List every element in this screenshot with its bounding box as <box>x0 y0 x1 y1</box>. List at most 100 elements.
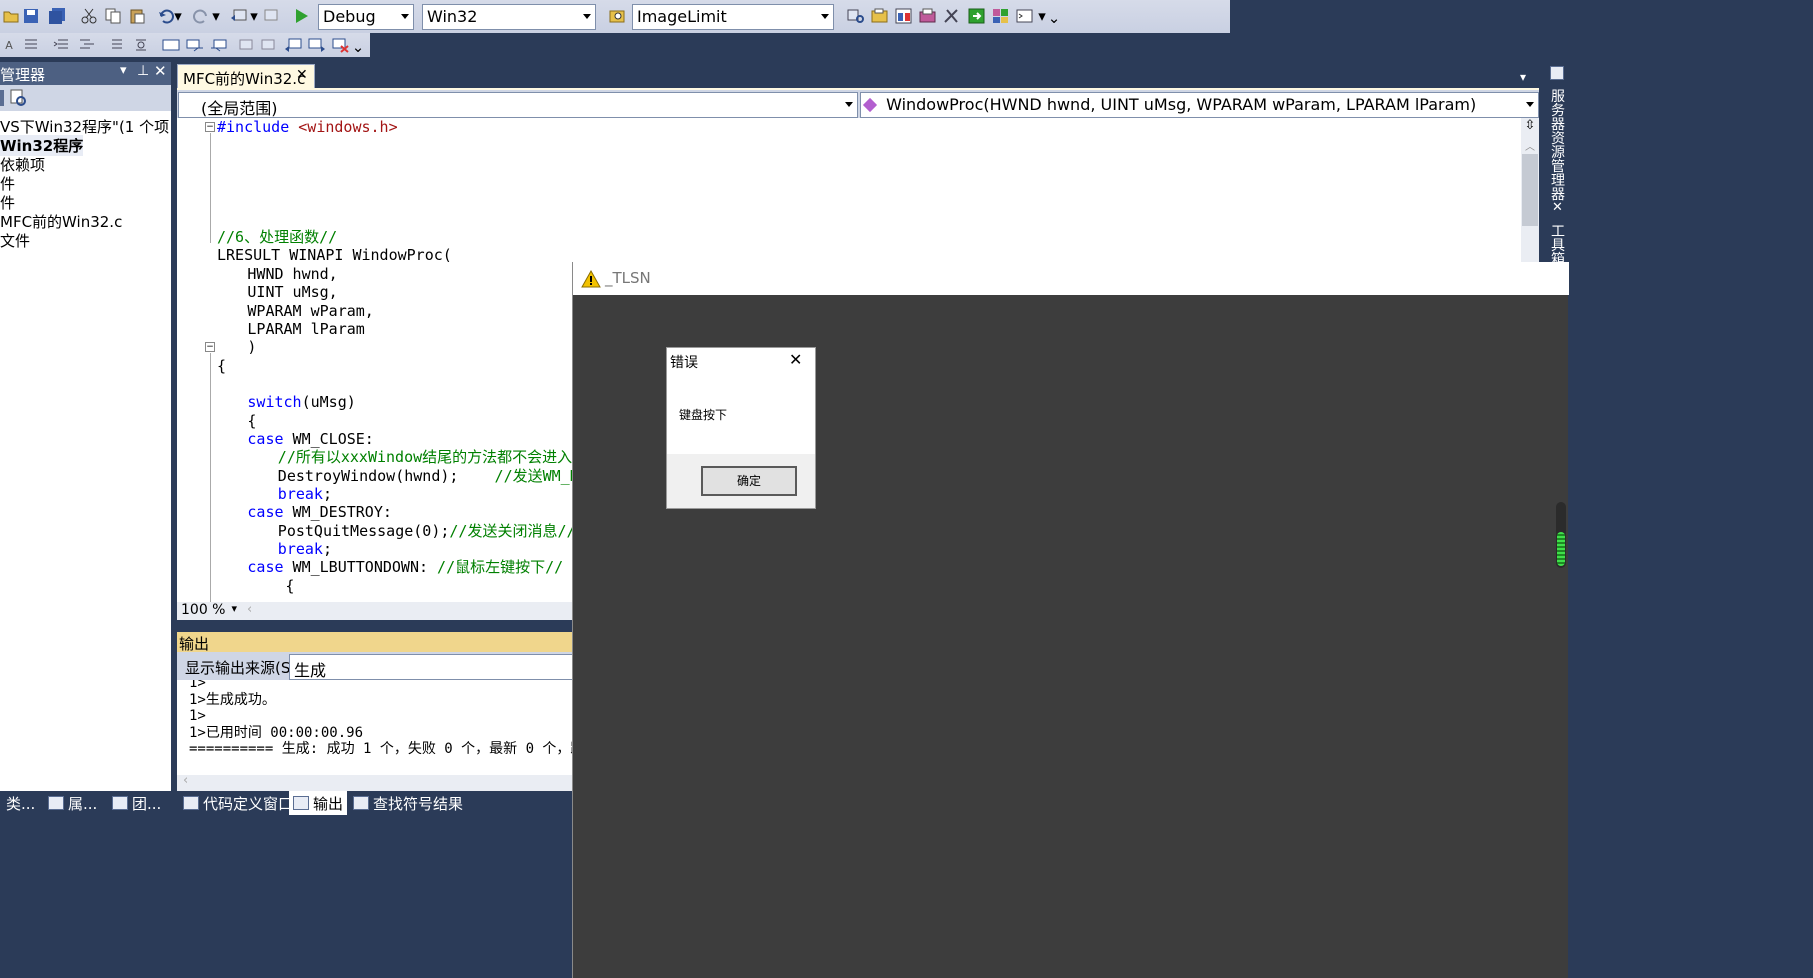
tools-icon[interactable] <box>941 5 963 27</box>
toolbar-options-icon[interactable]: ⌄ <box>1048 7 1061 29</box>
redo-icon[interactable] <box>190 5 212 27</box>
tab-class-view[interactable]: 类... <box>6 791 35 815</box>
scrollbar-thumb[interactable] <box>1522 154 1538 226</box>
next-bookmark-document-icon[interactable] <box>306 34 328 56</box>
scroll-up-icon[interactable]: ︿ <box>1525 138 1535 153</box>
code-token: ) <box>247 338 257 357</box>
start-page-icon[interactable] <box>966 5 988 27</box>
code-token: //发送关闭消息// <box>449 521 576 540</box>
split-window-icon[interactable]: ⇳ <box>1523 119 1537 134</box>
find-combo[interactable]: ImageLimit <box>632 4 834 30</box>
progress-fill <box>1557 532 1565 566</box>
code-line: LRESULT WINAPI WindowProc( <box>217 246 452 264</box>
find-in-files-icon[interactable] <box>606 5 628 27</box>
tab-find-symbol-results[interactable]: 查找符号结果 <box>353 791 463 815</box>
clear-bookmarks-icon[interactable] <box>330 34 352 56</box>
tree-item[interactable]: 依赖项 <box>0 154 45 175</box>
code-definition-icon <box>183 796 199 810</box>
tab-team-explorer[interactable]: 团... <box>112 791 161 815</box>
toolbar-options-icon[interactable]: ⌄ <box>352 36 365 58</box>
chevron-down-icon <box>1526 102 1534 107</box>
text-icon[interactable]: A <box>0 34 18 56</box>
previous-bookmark-document-icon[interactable] <box>282 34 304 56</box>
decrease-indent-icon[interactable] <box>50 34 72 56</box>
editor-tab-active[interactable]: MFC前的Win32.c ✕ <box>177 64 315 88</box>
open-file-icon[interactable] <box>0 5 22 27</box>
tab-label: 查找符号结果 <box>373 794 464 813</box>
properties-icon[interactable] <box>0 90 4 106</box>
close-icon[interactable]: ✕ <box>296 67 308 83</box>
scope-select[interactable]: (全局范围) <box>178 92 858 118</box>
find-combo-value: ImageLimit <box>637 7 727 26</box>
object-browser-icon[interactable] <box>893 5 915 27</box>
tab-label: 团... <box>132 794 162 813</box>
toolbox-icon[interactable] <box>917 5 939 27</box>
solution-explorer-toolbar <box>0 85 171 111</box>
code-line: WPARAM wParam, <box>247 302 373 320</box>
tree-item[interactable]: 件 <box>0 173 15 194</box>
editor-tab-label: MFC前的Win32.c <box>183 70 306 88</box>
undo-dropdown-icon[interactable]: ▾ <box>172 5 184 27</box>
zoom-combo[interactable]: 100 % ▾ <box>177 602 241 620</box>
command-window-icon[interactable] <box>1014 5 1036 27</box>
navigate-back-icon[interactable] <box>228 5 250 27</box>
active-files-dropdown-icon[interactable]: ▾ <box>1520 70 1534 84</box>
tab-output[interactable]: 输出 <box>289 791 347 815</box>
solution-platform-select[interactable]: Win32 <box>422 4 596 30</box>
pin-icon[interactable]: ⊥ <box>137 63 149 79</box>
tree-item[interactable]: 文件 <box>0 230 30 251</box>
next-bookmark-folder-icon[interactable] <box>258 34 280 56</box>
start-debug-icon[interactable] <box>290 5 312 27</box>
increase-indent-icon[interactable] <box>76 34 98 56</box>
tree-item[interactable]: MFC前的Win32.c <box>0 211 122 232</box>
next-bookmark-icon[interactable] <box>208 34 230 56</box>
close-icon[interactable]: ✕ <box>789 350 802 369</box>
redo-dropdown-icon[interactable]: ▾ <box>210 5 222 27</box>
solution-explorer-icon[interactable] <box>845 5 867 27</box>
server-explorer-tab[interactable]: 服务器资源管理器 <box>1549 66 1567 200</box>
code-token: ; <box>322 485 332 503</box>
code-token: UINT uMsg, <box>247 283 338 302</box>
scroll-left-icon[interactable]: ‹ <box>183 773 188 788</box>
collapse-toggle-icon[interactable]: − <box>205 122 215 132</box>
tree-item[interactable]: VS下Win32程序"(1 个项目) <box>0 116 171 137</box>
cut-icon[interactable] <box>78 5 100 27</box>
code-line: case WM_CLOSE: <box>247 430 373 448</box>
save-all-icon[interactable] <box>46 5 68 27</box>
output-source-select[interactable]: 生成 <box>289 654 589 680</box>
output-source-label: 显示输出来源(S): <box>185 659 302 677</box>
error-dialog-titlebar[interactable]: 错误 ✕ <box>667 348 815 376</box>
chevron-down-icon <box>821 14 829 19</box>
toolbar-overflow-icon[interactable]: ▾ <box>1036 5 1048 27</box>
save-icon[interactable] <box>20 5 42 27</box>
scroll-left-icon[interactable]: ‹ <box>247 602 252 617</box>
extension-manager-icon[interactable] <box>990 5 1012 27</box>
properties-icon[interactable] <box>869 5 891 27</box>
tree-item[interactable]: 件 <box>0 192 15 213</box>
panel-dropdown-icon[interactable]: ▾ <box>120 63 127 78</box>
list-members-icon[interactable] <box>20 34 42 56</box>
close-icon[interactable]: ✕ <box>154 62 167 80</box>
collapse-toggle-icon[interactable]: − <box>205 342 215 352</box>
solution-explorer-title: 管理器 <box>0 66 46 84</box>
paste-icon[interactable] <box>126 5 148 27</box>
bookmark-icon[interactable] <box>160 34 182 56</box>
uncomment-lines-icon[interactable] <box>130 34 152 56</box>
comment-lines-icon[interactable] <box>106 34 128 56</box>
previous-bookmark-icon[interactable] <box>184 34 206 56</box>
copy-icon[interactable] <box>102 5 124 27</box>
navigate-forward-icon[interactable] <box>262 5 284 27</box>
solution-config-select[interactable]: Debug <box>318 4 414 30</box>
previous-bookmark-folder-icon[interactable] <box>234 34 256 56</box>
tab-property-manager[interactable]: 属... <box>48 791 97 815</box>
app-window-titlebar[interactable]: _TLSN <box>573 262 1569 295</box>
code-token: break <box>277 540 323 559</box>
function-select[interactable]: WindowProc(HWND hwnd, UINT uMsg, WPARAM … <box>860 92 1539 118</box>
tree-item[interactable]: Win32程序 <box>0 135 84 156</box>
tab-code-definition-window[interactable]: 代码定义窗口 <box>183 791 293 815</box>
ok-button[interactable]: 确定 <box>701 466 797 496</box>
navigate-dropdown-icon[interactable]: ▾ <box>248 5 260 27</box>
toolbox-tab[interactable]: ✕ 工具箱 <box>1549 200 1567 265</box>
error-dialog-message: 键盘按下 <box>679 408 728 422</box>
show-all-files-icon[interactable] <box>10 89 28 111</box>
